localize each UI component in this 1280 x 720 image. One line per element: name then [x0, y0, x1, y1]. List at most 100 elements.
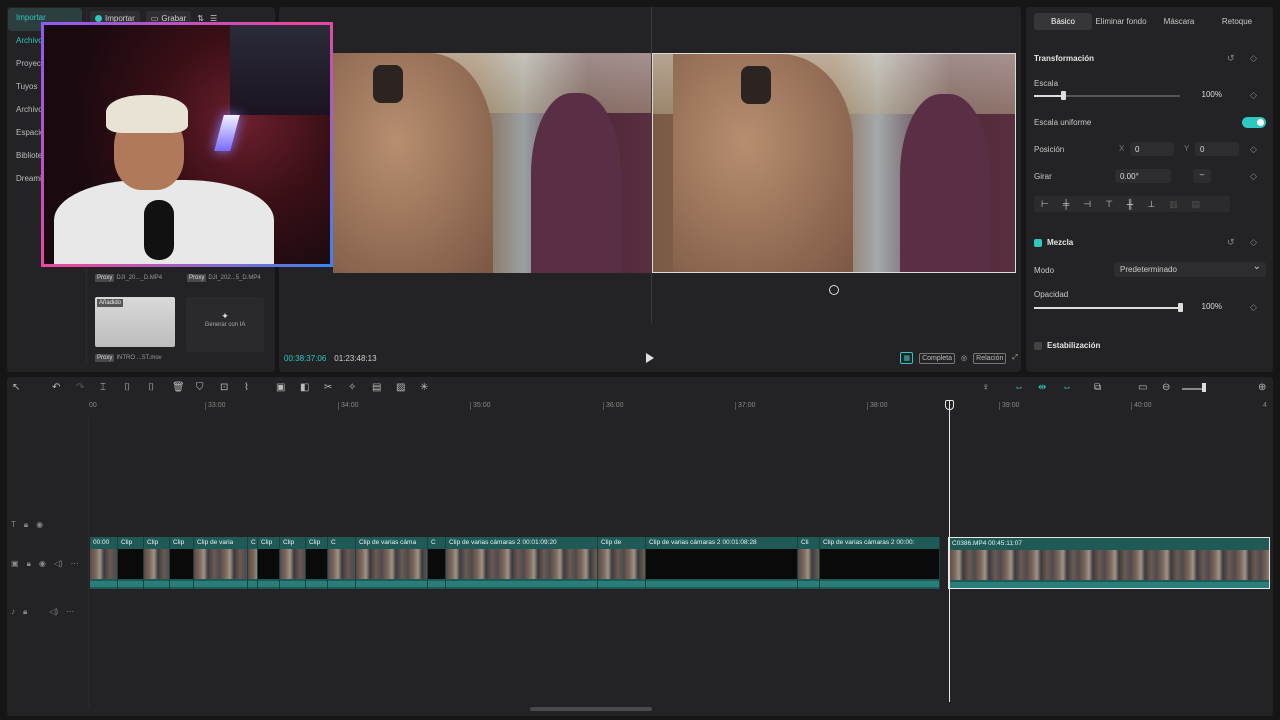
shield-icon[interactable]: ⛉	[196, 382, 204, 393]
ai-cut-icon[interactable]: ✂	[324, 382, 332, 393]
keyframe-icon[interactable]: ◇	[1250, 144, 1257, 155]
align-center-v-icon[interactable]: ╫	[1127, 199, 1133, 209]
redo-icon[interactable]: ↷	[76, 382, 84, 393]
tab-basic[interactable]: Básico	[1034, 12, 1092, 30]
scale-value[interactable]: 100%	[1190, 90, 1222, 99]
audio-icon[interactable]: ◁)	[54, 559, 63, 569]
scale-slider-knob[interactable]	[1061, 91, 1066, 100]
timeline-clip[interactable]: C	[248, 537, 258, 589]
lock-icon[interactable]: 🔒︎	[24, 520, 28, 530]
quality-button[interactable]: Completa	[919, 352, 956, 364]
timeline-clip[interactable]: Clip de	[598, 537, 646, 589]
pos-y-field[interactable]: 0	[1195, 142, 1239, 156]
timeline-clip[interactable]: Clip	[280, 537, 306, 589]
play-icon[interactable]	[646, 353, 654, 363]
blend-mode-select[interactable]: Predeterminado	[1114, 261, 1266, 277]
effect-icon[interactable]: ✳	[420, 382, 428, 393]
timeline-clip[interactable]: Clip	[144, 537, 170, 589]
fullscreen-icon[interactable]: ⤢	[1012, 354, 1018, 362]
preview-axis-icon[interactable]: ⧉	[1094, 382, 1101, 393]
timeline-clip[interactable]: Clip de varias cámaras 2 00:01:09:20	[446, 537, 598, 589]
tab-retouch[interactable]: Retoque	[1208, 13, 1266, 30]
playhead[interactable]	[949, 400, 950, 702]
zoom-in-icon[interactable]: ⊕	[1258, 382, 1266, 393]
keyframe-icon[interactable]: ◇	[1250, 237, 1257, 248]
stabilization-title[interactable]: Estabilización	[1047, 341, 1100, 350]
scale-slider[interactable]	[1034, 91, 1180, 100]
timeline-clip[interactable]: 00:00	[90, 537, 118, 589]
media-card[interactable]: Proxy DJI_202...5_D.MP4	[187, 274, 267, 282]
magic-icon[interactable]: ✧	[348, 382, 356, 393]
select-tool-icon[interactable]: ↖	[12, 382, 20, 393]
distribute-v-icon[interactable]: ▤	[1192, 199, 1201, 210]
crop-icon[interactable]: ⊡	[220, 382, 228, 393]
timeline-clip[interactable]: C	[428, 537, 446, 589]
align-right-icon[interactable]: ⊣	[1083, 199, 1091, 210]
zoom-slider[interactable]	[1182, 388, 1204, 390]
uniform-scale-toggle[interactable]	[1242, 117, 1266, 128]
keyframe-icon[interactable]: ◇	[1250, 53, 1257, 64]
rotate-field[interactable]: 0.00°	[1115, 169, 1171, 183]
generate-ai-button[interactable]: ✦ Generar con IA	[186, 297, 264, 352]
tab-mask[interactable]: Máscara	[1150, 13, 1208, 30]
mic-icon[interactable]: ♀	[982, 382, 990, 393]
eye-icon[interactable]: ◉	[39, 559, 46, 569]
media-card[interactable]: Proxy DJI_20..._D.MP4	[95, 274, 175, 282]
undo-icon[interactable]: ↶	[52, 382, 60, 393]
more-icon[interactable]: ⋯	[71, 559, 79, 569]
timeline-clip[interactable]: C	[328, 537, 356, 589]
timeline-clip[interactable]: Cli	[798, 537, 820, 589]
snap-icon[interactable]: ⇹	[1038, 382, 1046, 393]
stabilization-checkbox[interactable]	[1034, 342, 1042, 350]
timeline-ruler[interactable]: 00 33:00 34:00 35:00 36:00 37:00 38:00 3…	[89, 402, 1269, 414]
playhead-handle[interactable]	[945, 400, 954, 410]
mirror-icon[interactable]: ◧	[300, 382, 309, 393]
lock-icon[interactable]: 🔒︎	[23, 607, 27, 617]
link-icon[interactable]: ⇔	[1014, 382, 1024, 393]
split-icon[interactable]: ⌶	[100, 382, 106, 393]
align-top-icon[interactable]: ⊤	[1105, 199, 1113, 210]
timeline-clip[interactable]: Clip de varia	[194, 537, 248, 589]
rotate-dial-icon[interactable]: –	[1193, 169, 1211, 183]
media-tool-icon[interactable]: ▣	[276, 382, 285, 393]
blend-title[interactable]: Mezcla	[1047, 238, 1073, 247]
reset-icon[interactable]: ↺	[1227, 53, 1235, 64]
align-bottom-icon[interactable]: ⊥	[1147, 199, 1155, 210]
transform-title[interactable]: Transformación	[1034, 54, 1094, 63]
audio-icon[interactable]: ◁)	[49, 607, 58, 617]
eye-icon[interactable]: ◉	[36, 520, 43, 530]
caption-icon[interactable]: ▤	[372, 382, 381, 393]
subtitle-icon[interactable]: ▭	[1138, 382, 1147, 393]
opacity-slider-knob[interactable]	[1178, 303, 1183, 312]
delete-icon[interactable]: 🗑	[172, 382, 185, 393]
media-card[interactable]: Añadido Proxy INTRO ...ST.mov	[95, 297, 175, 362]
layout-icon[interactable]: ▦	[900, 352, 914, 364]
rotate-handle-icon[interactable]	[829, 285, 839, 295]
distribute-h-icon[interactable]: ▥	[1169, 199, 1178, 210]
zoom-slider-knob[interactable]	[1202, 383, 1206, 392]
timeline-clip[interactable]: C0386.MP4 00:45:11:07	[948, 537, 1270, 589]
timeline-clip[interactable]: Clip de varias cáma	[356, 537, 428, 589]
timeline-clip[interactable]: Clip	[306, 537, 328, 589]
align-center-h-icon[interactable]: ╪	[1063, 199, 1069, 209]
align-left-icon[interactable]: ⊢	[1041, 199, 1049, 210]
ratio-button[interactable]: Relación	[973, 352, 1007, 364]
timeline-clip[interactable]: Clip	[170, 537, 194, 589]
blend-checkbox[interactable]	[1034, 239, 1042, 247]
keyframe-icon[interactable]: ◇	[1250, 171, 1257, 182]
keyframe-icon[interactable]: ◇	[1250, 302, 1257, 313]
preview-canvas[interactable]	[652, 53, 1016, 273]
keyframe-icon[interactable]: ◇	[1250, 90, 1257, 101]
pos-x-field[interactable]: 0	[1130, 142, 1174, 156]
timeline-clip[interactable]: Clip de varias cámaras 2 00:00:	[820, 537, 940, 589]
split-right-icon[interactable]: ⌷	[148, 382, 154, 393]
opacity-slider[interactable]	[1034, 303, 1183, 312]
timeline-clip[interactable]: Clip de varias cámaras 2 00:01:08:28	[646, 537, 798, 589]
tab-remove-bg[interactable]: Eliminar fondo	[1092, 13, 1150, 30]
zoom-out-icon[interactable]: ⊖	[1162, 382, 1170, 393]
timeline-scrollbar[interactable]	[530, 707, 652, 711]
split-left-icon[interactable]: ⌷	[124, 382, 130, 393]
snapshot-icon[interactable]: ◎	[961, 354, 967, 362]
opacity-value[interactable]: 100%	[1190, 302, 1222, 311]
lock-icon[interactable]: 🔒︎	[27, 559, 31, 569]
